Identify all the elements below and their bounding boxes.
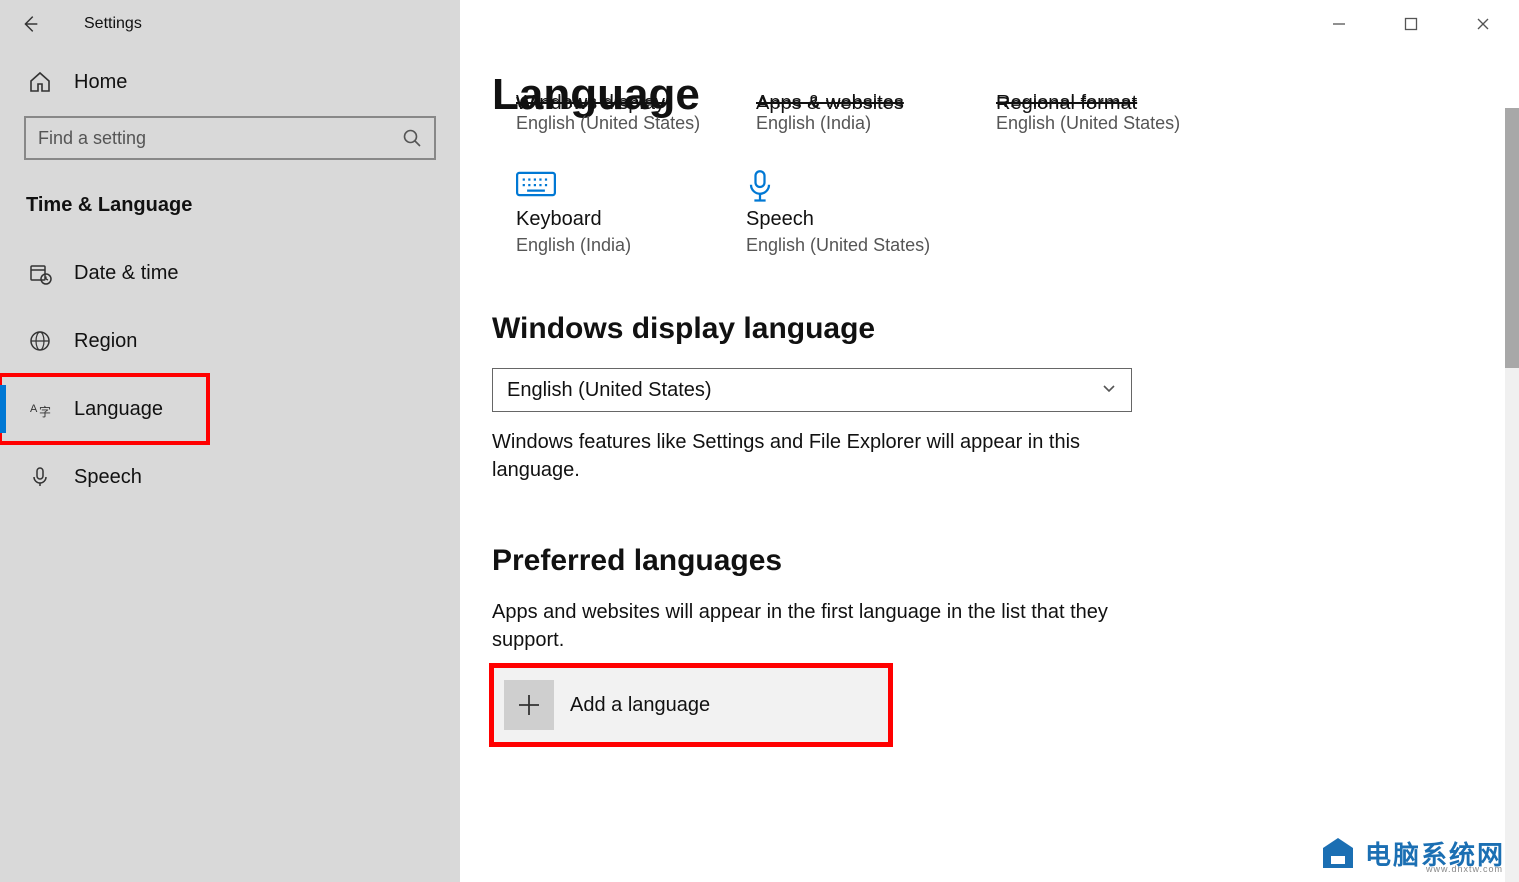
- svg-text:字: 字: [39, 404, 51, 419]
- sidebar-item-label: Date & time: [74, 262, 178, 285]
- home-label: Home: [74, 71, 127, 94]
- microphone-icon: [28, 465, 52, 489]
- display-language-dropdown[interactable]: English (United States): [492, 368, 1132, 412]
- watermark-sub: www.dnxtw.com: [1426, 864, 1503, 874]
- sidebar-item-speech[interactable]: Speech: [0, 443, 460, 511]
- sidebar-item-home[interactable]: Home: [0, 48, 460, 116]
- sidebar: Settings Home Time & Language Date &: [0, 0, 460, 882]
- add-language-button[interactable]: Add a language: [492, 666, 890, 744]
- search-icon: [402, 128, 422, 148]
- tile-subtitle: English (United States): [996, 113, 1196, 134]
- section-heading-preferred-languages: Preferred languages: [492, 544, 1519, 578]
- sidebar-item-label: Speech: [74, 466, 142, 489]
- add-language-label: Add a language: [570, 694, 710, 717]
- tile-title: Windows display: [516, 94, 665, 107]
- search-input-wrapper[interactable]: [24, 116, 436, 160]
- chevron-down-icon: [1101, 380, 1117, 401]
- tile-subtitle: English (India): [516, 235, 706, 256]
- sidebar-item-label: Language: [74, 398, 163, 421]
- sidebar-item-region[interactable]: Region: [0, 307, 460, 375]
- preferred-languages-description: Apps and websites will appear in the fir…: [492, 598, 1132, 654]
- scrollbar-thumb[interactable]: [1505, 108, 1519, 368]
- overview-tile-keyboard[interactable]: Keyboard English (India): [516, 162, 706, 256]
- app-title: Settings: [84, 15, 142, 33]
- overview-tile-speech[interactable]: Speech English (United States): [746, 162, 936, 256]
- tile-title: Regional format: [996, 94, 1137, 107]
- plus-icon: [504, 680, 554, 730]
- overview-tile-windows-display[interactable]: Windows display English (United States): [516, 92, 716, 134]
- watermark: 电脑系统网 www.dnxtw.com: [1319, 834, 1505, 872]
- section-heading-display-language: Windows display language: [492, 312, 1519, 346]
- main-content: Language Windows display English (United…: [460, 0, 1519, 882]
- globe-icon: [28, 329, 52, 353]
- tile-subtitle: English (United States): [516, 113, 716, 134]
- display-language-description: Windows features like Settings and File …: [492, 428, 1132, 484]
- tile-subtitle: English (India): [756, 113, 956, 134]
- sidebar-item-label: Region: [74, 330, 137, 353]
- language-icon: A字: [28, 397, 52, 421]
- overview-tile-apps-websites[interactable]: Apps & websites English (India): [756, 92, 956, 134]
- keyboard-icon: [516, 169, 552, 199]
- dropdown-selected: English (United States): [507, 379, 712, 402]
- tile-title: Keyboard: [516, 208, 706, 231]
- home-icon: [28, 70, 52, 94]
- tile-title: Speech: [746, 208, 936, 231]
- back-button[interactable]: [18, 12, 42, 36]
- tile-subtitle: English (United States): [746, 235, 936, 256]
- sidebar-item-date-time[interactable]: Date & time: [0, 239, 460, 307]
- category-title: Time & Language: [0, 188, 460, 239]
- tile-title: Apps & websites: [756, 94, 904, 107]
- overview-tile-regional-format[interactable]: Regional format English (United States): [996, 92, 1196, 134]
- calendar-clock-icon: [28, 261, 52, 285]
- search-input[interactable]: [38, 128, 402, 149]
- sidebar-item-language[interactable]: A字 Language: [0, 375, 208, 443]
- svg-text:A: A: [30, 403, 38, 415]
- microphone-icon: [746, 169, 782, 199]
